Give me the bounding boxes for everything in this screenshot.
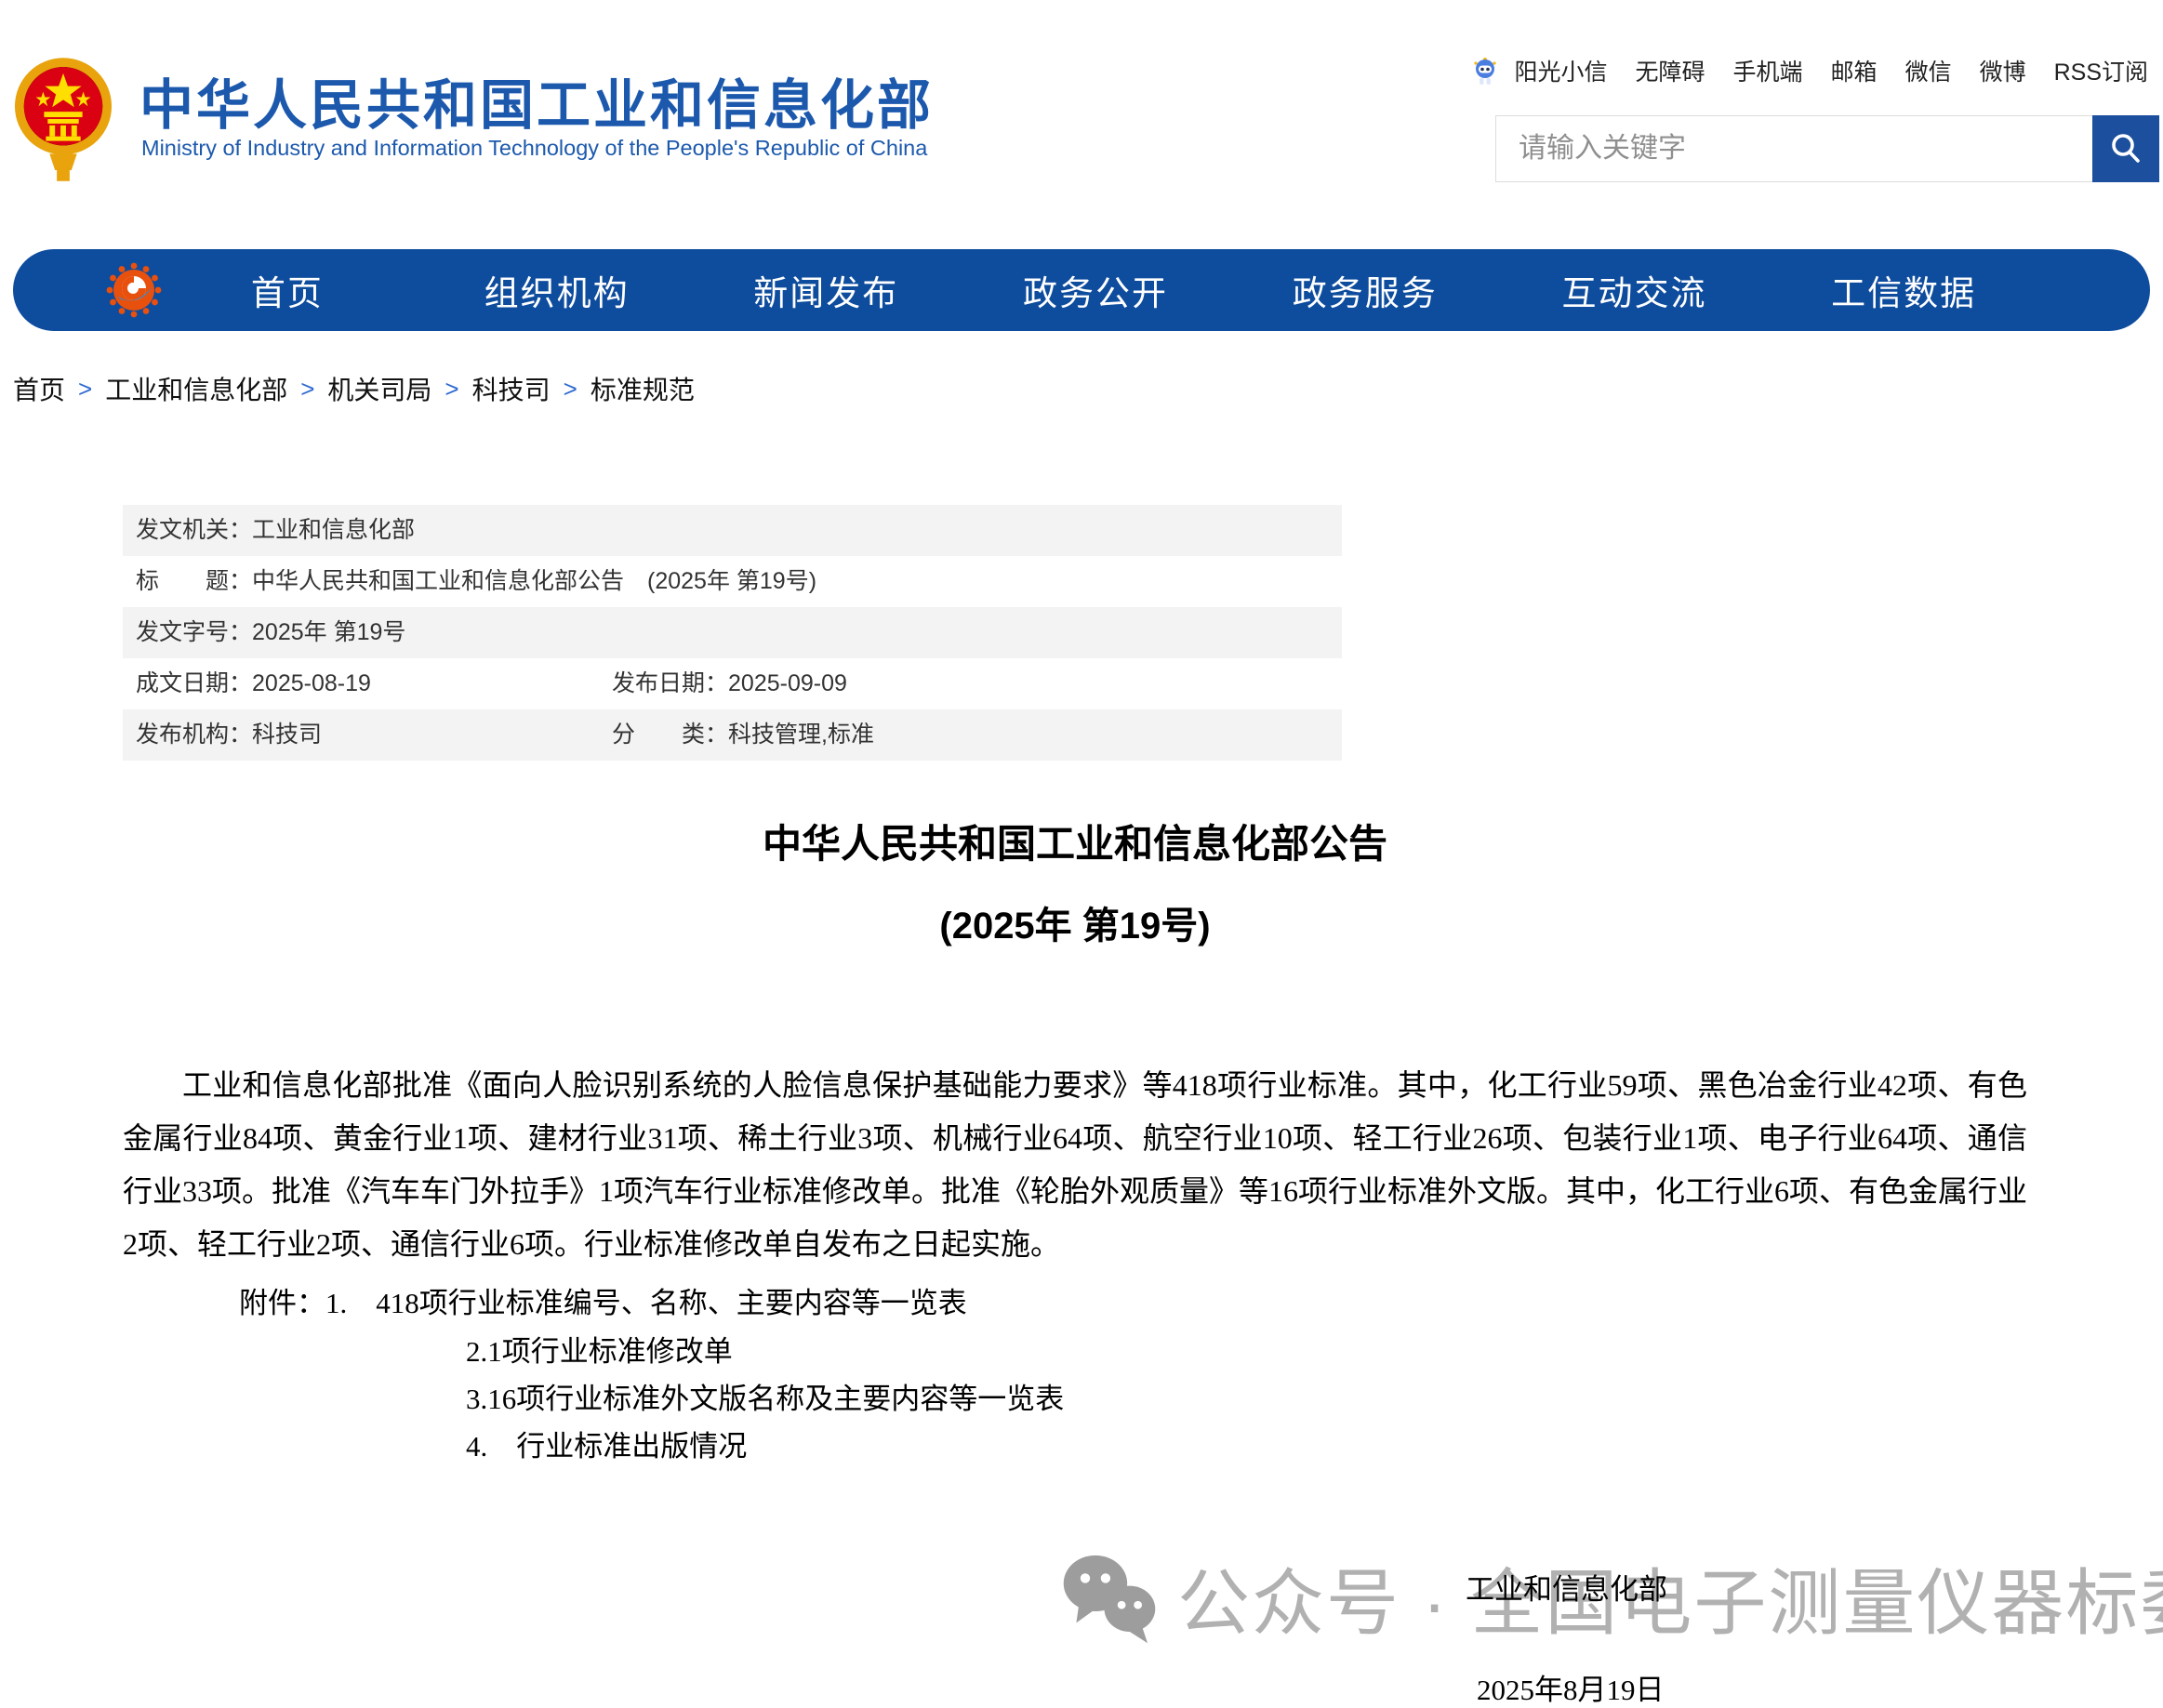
national-emblem-logo: [13, 50, 113, 190]
quick-links-bar: 阳光小信 无障碍 手机端 邮箱 微信 微博 RSS订阅: [1470, 54, 2149, 87]
breadcrumb-separator: >: [300, 375, 314, 404]
attachment-item-4: 4. 行业标准出版情况: [466, 1423, 747, 1464]
watermark-text: 公众号 · 全国电子测量仪器标委会: [1177, 1545, 2163, 1649]
meta-row-issuing-agency: 发文机关：工业和信息化部: [123, 505, 1342, 556]
article-body: 中华人民共和国工业和信息化部公告 (2025年 第19号) 工业和信息化部批准《…: [123, 800, 2027, 1271]
meta-row-title: 标 题：中华人民共和国工业和信息化部公告 (2025年 第19号): [123, 556, 1342, 607]
breadcrumb-separator: >: [78, 375, 92, 404]
article-paragraph: 工业和信息化部批准《面向人脸识别系统的人脸信息保护基础能力要求》等418项行业标…: [123, 1059, 2027, 1271]
quick-link-wechat[interactable]: 微信: [1905, 54, 1952, 87]
breadcrumb-departments[interactable]: 机关司局: [327, 370, 431, 407]
search-bar: [1495, 115, 2159, 182]
robot-assistant-icon: [1470, 55, 1500, 86]
breadcrumb-separator: >: [564, 375, 577, 404]
meta-value: 工业和信息化部: [252, 517, 415, 543]
breadcrumb: 首页 > 工业和信息化部 > 机关司局 > 科技司 > 标准规范: [13, 370, 695, 407]
breadcrumb-science-dept[interactable]: 科技司: [472, 370, 551, 407]
signature-agency: 工业和信息化部: [1466, 1566, 1667, 1608]
meta-row-doc-number: 发文字号：2025年 第19号: [123, 607, 1342, 658]
breadcrumb-miit[interactable]: 工业和信息化部: [105, 370, 287, 407]
nav-item-news[interactable]: 新闻发布: [691, 265, 961, 315]
breadcrumb-separator: >: [445, 375, 458, 404]
meta-label: 发文机关：: [136, 517, 252, 543]
document-meta-table: 发文机关：工业和信息化部 标 题：中华人民共和国工业和信息化部公告 (2025年…: [123, 505, 1342, 761]
breadcrumb-standards[interactable]: 标准规范: [591, 370, 695, 407]
main-navigation: 首页 组织机构 新闻发布 政务公开 政务服务 互动交流 工信数据: [13, 249, 2150, 331]
meta-value: 2025-08-19: [252, 670, 371, 696]
meta-row-publisher: 发布机构：科技司 分 类：科技管理,标准: [123, 709, 1342, 761]
article-title: 中华人民共和国工业和信息化部公告: [123, 813, 2027, 869]
meta-value: 科技司: [252, 722, 322, 748]
meta-label: 发布机构：: [136, 722, 252, 748]
meta-row-dates: 成文日期：2025-08-19 发布日期：2025-09-09: [123, 658, 1342, 709]
meta-label: 标 题：: [136, 568, 252, 594]
site-title: 中华人民共和国工业和信息化部: [139, 61, 934, 139]
nav-item-miit-data[interactable]: 工信数据: [1769, 265, 2038, 315]
quick-link-mobile[interactable]: 手机端: [1733, 54, 1803, 87]
attachment-item-2: 2.1项行业标准修改单: [466, 1328, 733, 1370]
meta-value: 2025年 第19号: [252, 619, 405, 645]
meta-col2: 分 类：科技管理,标准: [612, 709, 874, 761]
nav-item-gov-services[interactable]: 政务服务: [1230, 265, 1500, 315]
nav-item-gov-affairs[interactable]: 政务公开: [961, 265, 1230, 315]
attachment-item-3: 3.16项行业标准外文版名称及主要内容等一览表: [466, 1375, 1064, 1417]
quick-link-accessibility[interactable]: 无障碍: [1636, 54, 1705, 87]
meta-value: 科技管理,标准: [728, 722, 874, 748]
breadcrumb-home[interactable]: 首页: [13, 370, 65, 407]
search-icon: [2107, 130, 2144, 167]
site-header: 中华人民共和国工业和信息化部 Ministry of Industry and …: [0, 0, 2163, 242]
meta-label: 发文字号：: [136, 619, 252, 645]
site-subtitle: Ministry of Industry and Information Tec…: [141, 136, 927, 161]
quick-link-weibo[interactable]: 微博: [1980, 54, 2026, 87]
meta-value: 中华人民共和国工业和信息化部公告 (2025年 第19号): [252, 568, 816, 594]
miit-gear-logo: [106, 262, 162, 318]
quick-link-mailbox[interactable]: 邮箱: [1831, 54, 1878, 87]
quick-link-yangguangxiaoxin[interactable]: 阳光小信: [1515, 54, 1608, 87]
meta-value: 2025-09-09: [728, 670, 847, 696]
meta-col2: 发布日期：2025-09-09: [612, 658, 847, 709]
signature-date: 2025年8月19日: [1477, 1666, 1665, 1708]
search-input[interactable]: [1496, 116, 2092, 181]
quick-link-rss[interactable]: RSS订阅: [2054, 54, 2148, 87]
nav-item-interaction[interactable]: 互动交流: [1500, 265, 1770, 315]
nav-item-home[interactable]: 首页: [153, 265, 422, 315]
meta-label: 分 类：: [612, 722, 728, 748]
attachment-item-1: 附件：1. 418项行业标准编号、名称、主要内容等一览表: [239, 1279, 967, 1321]
article-title-number: (2025年 第19号): [123, 895, 2027, 949]
wechat-icon: [1058, 1549, 1161, 1646]
nav-item-organization[interactable]: 组织机构: [422, 265, 692, 315]
search-button[interactable]: [2092, 115, 2159, 182]
meta-label: 成文日期：: [136, 670, 252, 696]
meta-label: 发布日期：: [612, 670, 728, 696]
